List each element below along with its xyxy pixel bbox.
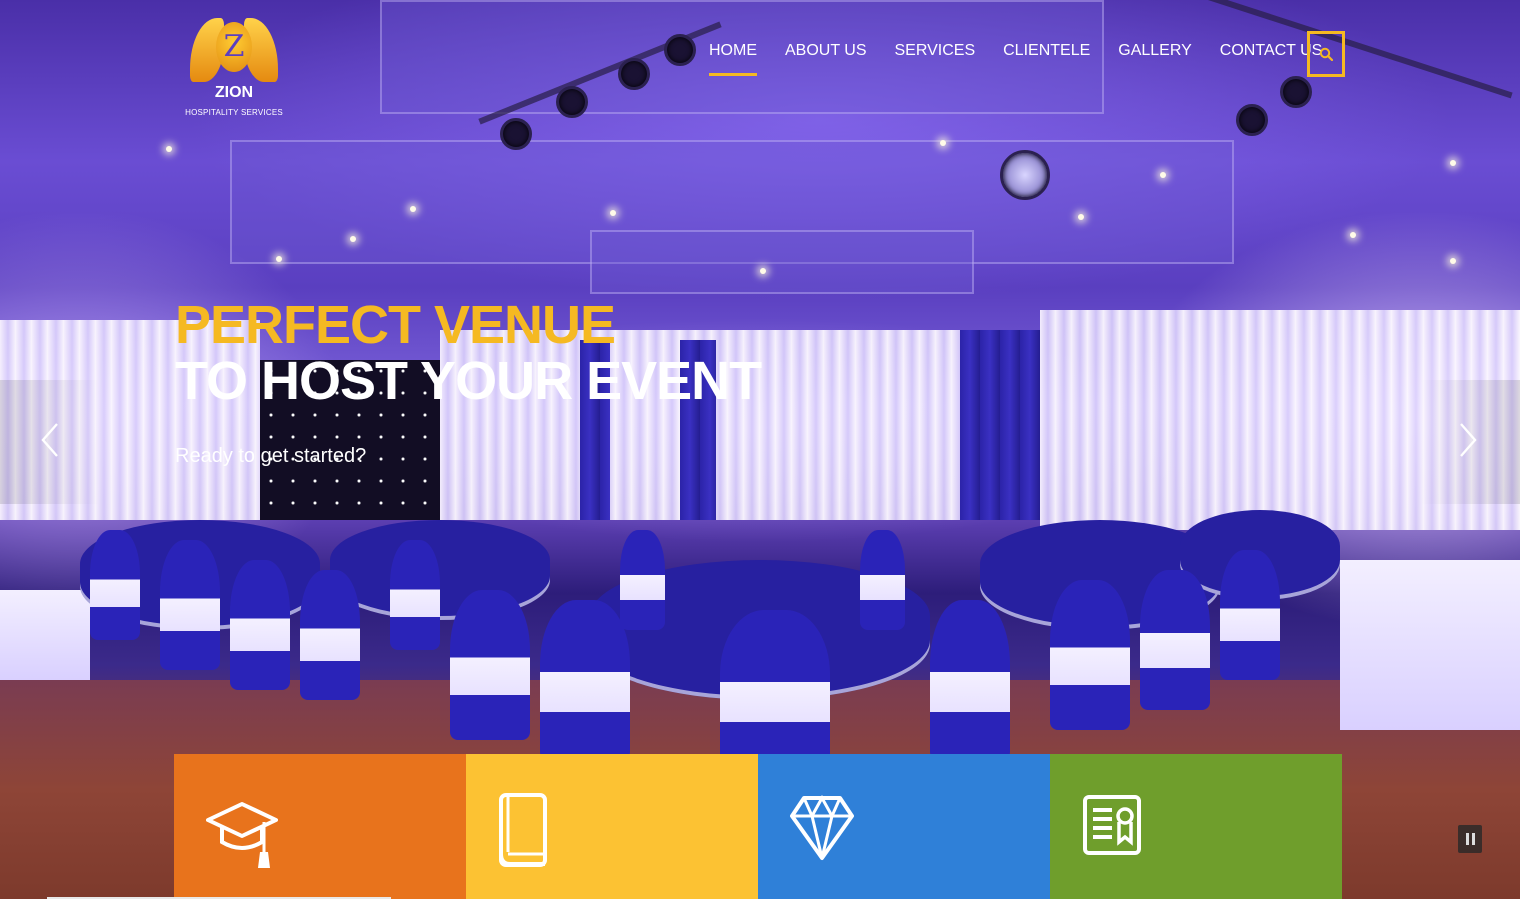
feature-box-book[interactable] <box>466 754 758 899</box>
ceiling-light <box>350 236 356 242</box>
nav-item-gallery[interactable]: GALLERY <box>1118 42 1192 60</box>
brand-name: ZION <box>214 84 254 101</box>
ceiling-light <box>610 210 616 216</box>
certificate-icon <box>1083 795 1141 855</box>
slide-headline-line1: PERFECT VENUE <box>175 295 616 355</box>
chair <box>1050 580 1130 730</box>
chair <box>90 530 140 640</box>
nav-item-about-us[interactable]: ABOUT US <box>785 42 867 60</box>
slide-headline-line2: TO HOST YOUR EVENT <box>175 351 762 411</box>
chair <box>930 600 1010 760</box>
slider-prev-button[interactable] <box>0 380 100 504</box>
chair <box>230 560 290 690</box>
ceiling-panel <box>590 230 974 294</box>
pause-icon <box>1465 833 1469 845</box>
disco-ball <box>1000 150 1050 200</box>
banquet-table <box>1340 560 1520 730</box>
feature-box-education[interactable] <box>174 754 466 899</box>
feature-box-diamond[interactable] <box>758 754 1050 899</box>
nav-item-clientele[interactable]: CLIENTELE <box>1003 42 1090 60</box>
nav-item-services[interactable]: SERVICES <box>895 42 976 60</box>
spotlight <box>618 58 650 90</box>
ceiling-light <box>940 140 946 146</box>
feature-box-certificate[interactable] <box>1050 754 1342 899</box>
pause-icon <box>1471 833 1475 845</box>
ceiling-light <box>1450 258 1456 264</box>
search-button[interactable] <box>1307 31 1345 77</box>
diamond-icon <box>790 794 854 860</box>
spotlight <box>1236 104 1268 136</box>
ceiling-light <box>1350 232 1356 238</box>
ceiling-light <box>1160 172 1166 178</box>
chair <box>160 540 220 670</box>
chair <box>390 540 440 650</box>
ceiling-light <box>276 256 282 262</box>
search-icon <box>1319 47 1333 61</box>
banquet-table <box>0 590 90 680</box>
graduation-cap-icon <box>206 802 278 868</box>
main-nav: HOME ABOUT US SERVICES CLIENTELE GALLERY… <box>709 42 1350 76</box>
slider-pause-button[interactable] <box>1458 825 1482 853</box>
chair <box>620 530 665 630</box>
chair <box>1140 570 1210 710</box>
chair <box>1220 550 1280 680</box>
spotlight <box>556 86 588 118</box>
chair <box>300 570 360 700</box>
chair <box>450 590 530 740</box>
ceiling-light <box>760 268 766 274</box>
nav-item-home[interactable]: HOME <box>709 42 757 76</box>
logo-letter: Z <box>216 22 252 72</box>
brand-tagline: HOSPITALITY SERVICES <box>185 108 283 117</box>
curtain-blue <box>960 330 1040 520</box>
spotlight <box>500 118 532 150</box>
ceiling-light <box>1078 214 1084 220</box>
brand-logo[interactable]: Z ZION HOSPITALITY SERVICES <box>185 12 283 122</box>
chair <box>860 530 905 630</box>
chevron-left-icon <box>41 423 58 457</box>
slider-next-button[interactable] <box>1420 380 1520 504</box>
spotlight <box>664 34 696 66</box>
chair <box>720 610 830 770</box>
chevron-right-icon <box>1460 423 1477 457</box>
chair <box>540 600 630 760</box>
book-icon <box>499 793 547 867</box>
slide-subline: Ready to get started? <box>175 445 367 467</box>
ceiling-light <box>1450 160 1456 166</box>
ceiling-light <box>410 206 416 212</box>
spotlight <box>1280 76 1312 108</box>
feature-row <box>174 754 1342 899</box>
ceiling-light <box>166 146 172 152</box>
